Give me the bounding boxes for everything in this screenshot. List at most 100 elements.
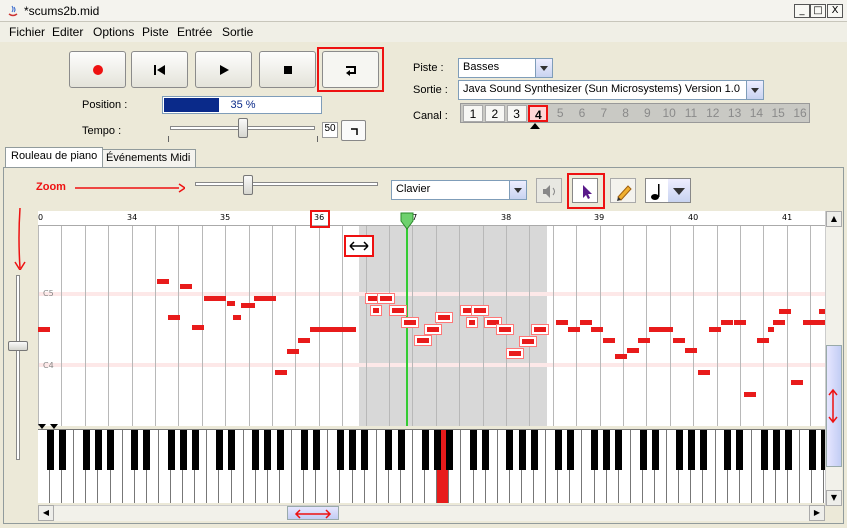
black-key[interactable]	[761, 430, 768, 470]
note[interactable]	[38, 327, 50, 332]
note[interactable]	[334, 327, 356, 332]
note[interactable]	[779, 309, 791, 314]
instrument-select[interactable]: Clavier	[391, 180, 527, 200]
position-progress-bar[interactable]: 35 %	[162, 96, 322, 114]
black-key[interactable]	[228, 430, 235, 470]
selected-note[interactable]	[404, 320, 416, 325]
note[interactable]	[813, 320, 825, 325]
black-key[interactable]	[591, 430, 598, 470]
selected-note[interactable]	[509, 351, 521, 356]
note[interactable]	[698, 370, 710, 375]
tempo-slider-thumb[interactable]	[238, 118, 248, 138]
black-key[interactable]	[337, 430, 344, 470]
black-key[interactable]	[724, 430, 731, 470]
channel-13[interactable]: 13	[725, 105, 745, 122]
channel-14[interactable]: 14	[746, 105, 766, 122]
black-key[interactable]	[446, 430, 453, 470]
menu-fichier[interactable]: Fichier	[9, 25, 45, 39]
note[interactable]	[227, 301, 235, 306]
piano-roll-grid[interactable]: C5 C4	[38, 226, 825, 426]
black-key[interactable]	[252, 430, 259, 470]
black-key[interactable]	[107, 430, 114, 470]
vertical-zoom-slider[interactable]	[16, 275, 20, 460]
black-key[interactable]	[688, 430, 695, 470]
channel-2[interactable]: 2	[484, 105, 505, 122]
black-key[interactable]	[277, 430, 284, 470]
scroll-left-button[interactable]: ◀	[38, 505, 54, 521]
note[interactable]	[275, 370, 287, 375]
close-button[interactable]: X	[827, 4, 843, 18]
selected-note[interactable]	[474, 308, 486, 313]
black-key[interactable]	[676, 430, 683, 470]
black-key[interactable]	[59, 430, 66, 470]
channel-3[interactable]: 3	[506, 105, 527, 122]
black-key[interactable]	[301, 430, 308, 470]
channel-9[interactable]: 9	[637, 105, 657, 122]
black-key[interactable]	[736, 430, 743, 470]
channel-5[interactable]: 5	[550, 105, 570, 122]
note[interactable]	[709, 327, 721, 332]
selected-note[interactable]	[417, 338, 429, 343]
selected-note[interactable]	[373, 308, 379, 313]
piste-select[interactable]: Basses	[458, 58, 553, 78]
black-key[interactable]	[809, 430, 816, 470]
scroll-right-button[interactable]: ▶	[809, 505, 825, 521]
menu-entree[interactable]: Entrée	[177, 25, 212, 39]
selected-note[interactable]	[534, 327, 546, 332]
channel-11[interactable]: 11	[681, 105, 701, 122]
tab-piano-roll[interactable]: Rouleau de piano	[5, 147, 104, 167]
note[interactable]	[627, 348, 639, 353]
horizontal-scroll-thumb[interactable]	[287, 506, 339, 520]
tempo-value[interactable]: 50	[322, 122, 338, 138]
black-key[interactable]	[131, 430, 138, 470]
note[interactable]	[298, 338, 310, 343]
black-key[interactable]	[47, 430, 54, 470]
note[interactable]	[791, 380, 803, 385]
note[interactable]	[615, 354, 627, 359]
note[interactable]	[744, 392, 756, 397]
mute-button[interactable]	[536, 178, 562, 203]
note[interactable]	[661, 327, 673, 332]
black-key[interactable]	[519, 430, 526, 470]
note[interactable]	[241, 303, 255, 308]
channel-1[interactable]: 1	[463, 105, 483, 122]
selected-note[interactable]	[469, 320, 475, 325]
channel-4[interactable]: 4	[528, 105, 549, 122]
menu-piste[interactable]: Piste	[142, 25, 169, 39]
channel-10[interactable]: 10	[659, 105, 679, 122]
minimize-button[interactable]: _	[794, 4, 810, 18]
black-key[interactable]	[773, 430, 780, 470]
vertical-zoom-thumb[interactable]	[8, 341, 28, 351]
black-key[interactable]	[434, 430, 441, 470]
note[interactable]	[580, 320, 592, 325]
note[interactable]	[168, 315, 180, 320]
black-key[interactable]	[555, 430, 562, 470]
black-key[interactable]	[482, 430, 489, 470]
rewind-button[interactable]	[131, 51, 188, 88]
black-key[interactable]	[168, 430, 175, 470]
black-key[interactable]	[95, 430, 102, 470]
note[interactable]	[685, 348, 697, 353]
note[interactable]	[157, 279, 169, 284]
note[interactable]	[734, 320, 746, 325]
black-key[interactable]	[603, 430, 610, 470]
black-key[interactable]	[216, 430, 223, 470]
channel-12[interactable]: 12	[703, 105, 723, 122]
selected-note[interactable]	[438, 315, 450, 320]
stop-button[interactable]	[259, 51, 316, 88]
channel-16[interactable]: 16	[790, 105, 810, 122]
zoom-slider[interactable]	[195, 182, 378, 186]
note[interactable]	[287, 349, 299, 354]
black-key[interactable]	[143, 430, 150, 470]
black-key[interactable]	[567, 430, 574, 470]
note[interactable]	[591, 327, 603, 332]
black-key[interactable]	[264, 430, 271, 470]
black-key[interactable]	[785, 430, 792, 470]
selected-note[interactable]	[392, 308, 404, 313]
menu-options[interactable]: Options	[93, 25, 134, 39]
channel-15[interactable]: 15	[768, 105, 788, 122]
note[interactable]	[233, 315, 241, 320]
note-length-select[interactable]	[645, 178, 691, 203]
black-key[interactable]	[385, 430, 392, 470]
maximize-button[interactable]: □	[810, 4, 826, 18]
